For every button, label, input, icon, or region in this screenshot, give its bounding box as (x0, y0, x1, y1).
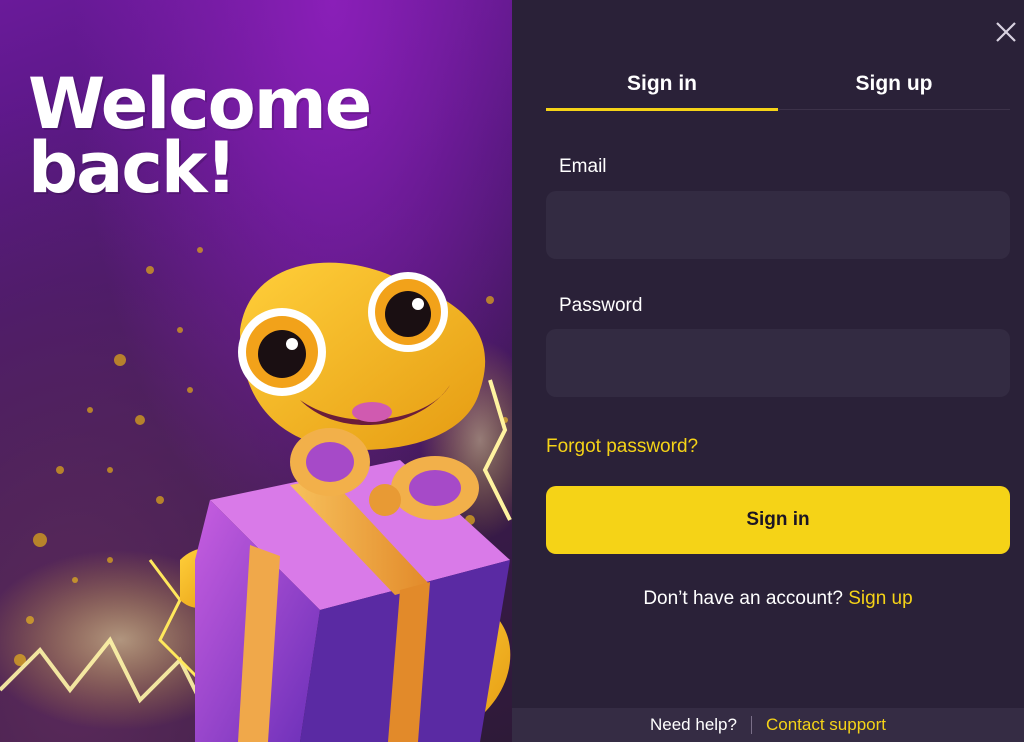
sign-in-button[interactable]: Sign in (546, 486, 1010, 554)
contact-support-link[interactable]: Contact support (766, 715, 886, 735)
help-footer: Need help? Contact support (512, 708, 1024, 742)
password-label: Password (559, 295, 643, 316)
forgot-password-link[interactable]: Forgot password? (546, 436, 698, 458)
no-account-text: Don’t have an account? (643, 588, 843, 609)
need-help-text: Need help? (650, 715, 737, 734)
promo-panel: Welcome back! (0, 0, 512, 742)
sign-in-modal: Welcome back! Sign in Sign up Email Pass… (0, 0, 1024, 742)
auth-tabs: Sign in Sign up (546, 58, 1010, 111)
email-label: Email (559, 156, 607, 177)
no-account-prompt: Don’t have an account? Sign up (546, 588, 1010, 610)
close-button[interactable] (990, 16, 1022, 48)
welcome-headline-line2: back! (28, 127, 237, 209)
close-icon (996, 22, 1016, 42)
sign-up-link[interactable]: Sign up (848, 588, 912, 609)
welcome-headline: Welcome back! (28, 69, 388, 209)
tab-sign-in[interactable]: Sign in (546, 58, 778, 111)
auth-form-panel: Sign in Sign up Email Password Forgot pa… (512, 0, 1024, 742)
email-field[interactable] (546, 191, 1010, 259)
tab-sign-up[interactable]: Sign up (778, 58, 1010, 109)
password-field[interactable] (546, 329, 1010, 397)
footer-divider (750, 716, 752, 734)
